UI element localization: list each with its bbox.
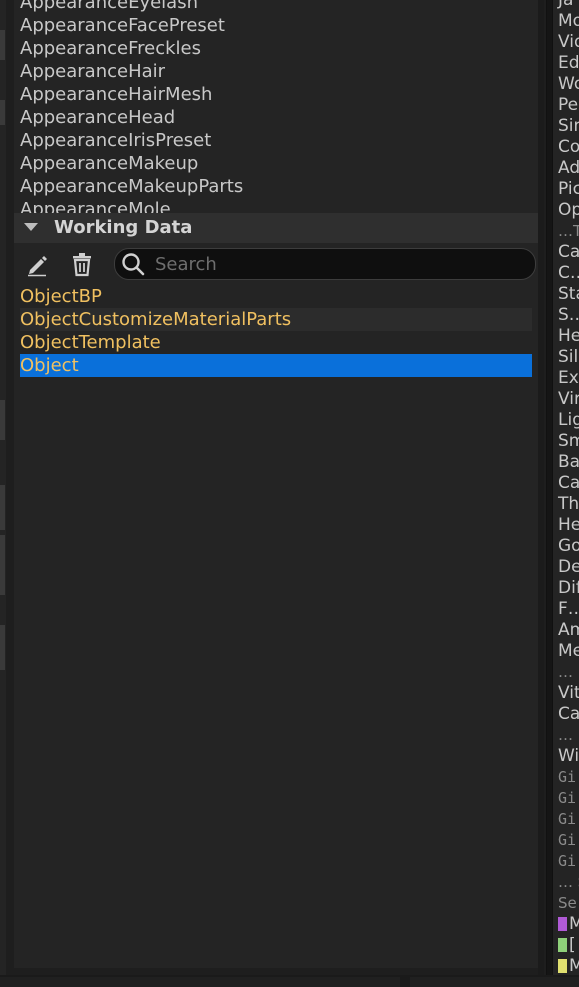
right-panel-item[interactable]: Pic bbox=[558, 179, 579, 200]
right-panel-item[interactable]: S… bbox=[558, 305, 579, 326]
right-panel-item[interactable]: Sta bbox=[558, 284, 579, 305]
right-panel-item[interactable]: De bbox=[558, 557, 579, 578]
working-data-toolbar bbox=[14, 243, 544, 285]
struct-list-item[interactable]: AppearanceFreckles bbox=[20, 37, 201, 60]
struct-list-item[interactable]: AppearanceMakeupParts bbox=[20, 175, 243, 198]
right-panel-item[interactable]: Go bbox=[558, 536, 579, 557]
right-panel-code-item: Gi bbox=[558, 852, 577, 870]
right-panel-item[interactable]: F… bbox=[558, 599, 579, 620]
struct-list-item[interactable]: AppearanceEyelash bbox=[20, 0, 198, 14]
right-panel-item[interactable]: Vit bbox=[558, 683, 579, 704]
struct-list-item[interactable]: AppearanceMakeup bbox=[20, 152, 198, 175]
right-panel-item[interactable]: He bbox=[558, 515, 579, 536]
right-panel-code-item: Gi bbox=[558, 789, 577, 807]
right-panel-swatch-item[interactable]: M bbox=[558, 914, 579, 935]
right-panel-item[interactable]: Op bbox=[558, 200, 579, 221]
struct-list-item[interactable]: AppearanceMole bbox=[20, 198, 171, 213]
right-panel-item[interactable]: Ad bbox=[558, 158, 579, 179]
struct-list-item[interactable]: AppearanceHead bbox=[20, 106, 175, 129]
right-panel-item[interactable]: He bbox=[558, 326, 579, 347]
swatch-label: [ bbox=[569, 935, 576, 955]
right-panel-item[interactable]: Lig bbox=[558, 410, 579, 431]
right-panel-item[interactable]: Th bbox=[558, 494, 579, 515]
right-panel-item[interactable]: Ca bbox=[558, 704, 579, 725]
right-panel-item: … S bbox=[558, 873, 579, 891]
right-panel-swatch-item[interactable]: M bbox=[558, 956, 579, 975]
caret-down-icon[interactable] bbox=[24, 223, 38, 231]
right-panel-item[interactable]: … ( bbox=[558, 725, 579, 746]
working-data-title: Working Data bbox=[54, 217, 193, 238]
right-panel-item[interactable]: Me bbox=[558, 641, 579, 662]
right-panel-item[interactable]: Sm bbox=[558, 431, 579, 452]
right-panel-item: Se bbox=[558, 894, 577, 912]
right-panel-item[interactable]: Ca bbox=[558, 473, 579, 494]
right-panel-item[interactable]: Pe bbox=[558, 95, 578, 116]
right-panel-item[interactable]: Ba bbox=[558, 452, 579, 473]
scrollbar-track[interactable] bbox=[538, 0, 544, 975]
pencil-icon[interactable] bbox=[24, 251, 50, 277]
working-data-item[interactable]: ObjectTemplate bbox=[20, 331, 532, 354]
struct-list-item[interactable]: AppearanceIrisPreset bbox=[20, 129, 211, 152]
search-input[interactable] bbox=[155, 249, 525, 279]
color-swatch bbox=[558, 917, 567, 931]
right-panel-item[interactable]: Dif bbox=[558, 578, 579, 599]
color-swatch bbox=[558, 959, 567, 973]
right-panel-item[interactable]: Sil bbox=[558, 347, 578, 368]
working-data-item[interactable]: ObjectBP bbox=[20, 285, 532, 308]
right-side-panel: JaMoVidEdWoPeSinCoAdPicOp…ToCaC…StaS…HeS… bbox=[552, 0, 579, 975]
bottom-bar-left bbox=[0, 977, 400, 987]
right-panel-item[interactable]: Am bbox=[558, 620, 579, 641]
right-panel-item[interactable]: Vir bbox=[558, 389, 579, 410]
right-panel-item[interactable]: Wi bbox=[558, 746, 579, 767]
struct-list: AppearanceEyelash AppearanceFacePreset App… bbox=[14, 0, 538, 213]
right-panel-item[interactable]: Ed bbox=[558, 53, 579, 74]
data-browser-inner: AppearanceEyelash AppearanceFacePreset App… bbox=[14, 0, 544, 968]
trash-icon[interactable] bbox=[69, 251, 95, 277]
right-panel-swatch-item[interactable]: [ bbox=[558, 935, 576, 956]
struct-list-item[interactable]: AppearanceFacePreset bbox=[20, 14, 225, 37]
working-data-item[interactable]: Object bbox=[20, 354, 532, 377]
right-panel-code-item: Gi bbox=[558, 768, 577, 786]
right-panel-item[interactable]: Sin bbox=[558, 116, 579, 137]
right-panel-item[interactable]: Wo bbox=[558, 74, 579, 95]
right-panel-item[interactable]: Exp bbox=[558, 368, 579, 389]
struct-list-item[interactable]: AppearanceHairMesh bbox=[20, 83, 212, 106]
bottom-bar-right bbox=[410, 977, 579, 987]
search-icon bbox=[121, 252, 145, 276]
right-panel-item[interactable]: C… bbox=[558, 263, 579, 284]
right-panel-item[interactable]: Vid bbox=[558, 32, 579, 53]
struct-list-item[interactable]: AppearanceHair bbox=[20, 60, 165, 83]
right-panel-item[interactable]: Mo bbox=[558, 11, 579, 32]
search-box[interactable] bbox=[114, 248, 536, 280]
right-panel-code-item: Gi bbox=[558, 831, 577, 849]
swatch-label: M bbox=[569, 914, 579, 934]
right-panel-code-item: Gi bbox=[558, 810, 577, 828]
working-data-item[interactable]: ObjectCustomizeMaterialParts bbox=[20, 308, 532, 331]
working-data-header[interactable]: Working Data bbox=[14, 213, 544, 243]
right-panel-item[interactable]: … bbox=[558, 662, 573, 683]
right-panel-item[interactable]: Ja bbox=[558, 0, 573, 11]
swatch-label: M bbox=[569, 956, 579, 975]
right-panel-item[interactable]: …To bbox=[558, 221, 579, 242]
right-panel-item[interactable]: Co bbox=[558, 137, 579, 158]
right-panel-item[interactable]: Ca bbox=[558, 242, 579, 263]
color-swatch bbox=[558, 938, 567, 952]
data-browser-panel: AppearanceEyelash AppearanceFacePreset App… bbox=[6, 0, 547, 975]
